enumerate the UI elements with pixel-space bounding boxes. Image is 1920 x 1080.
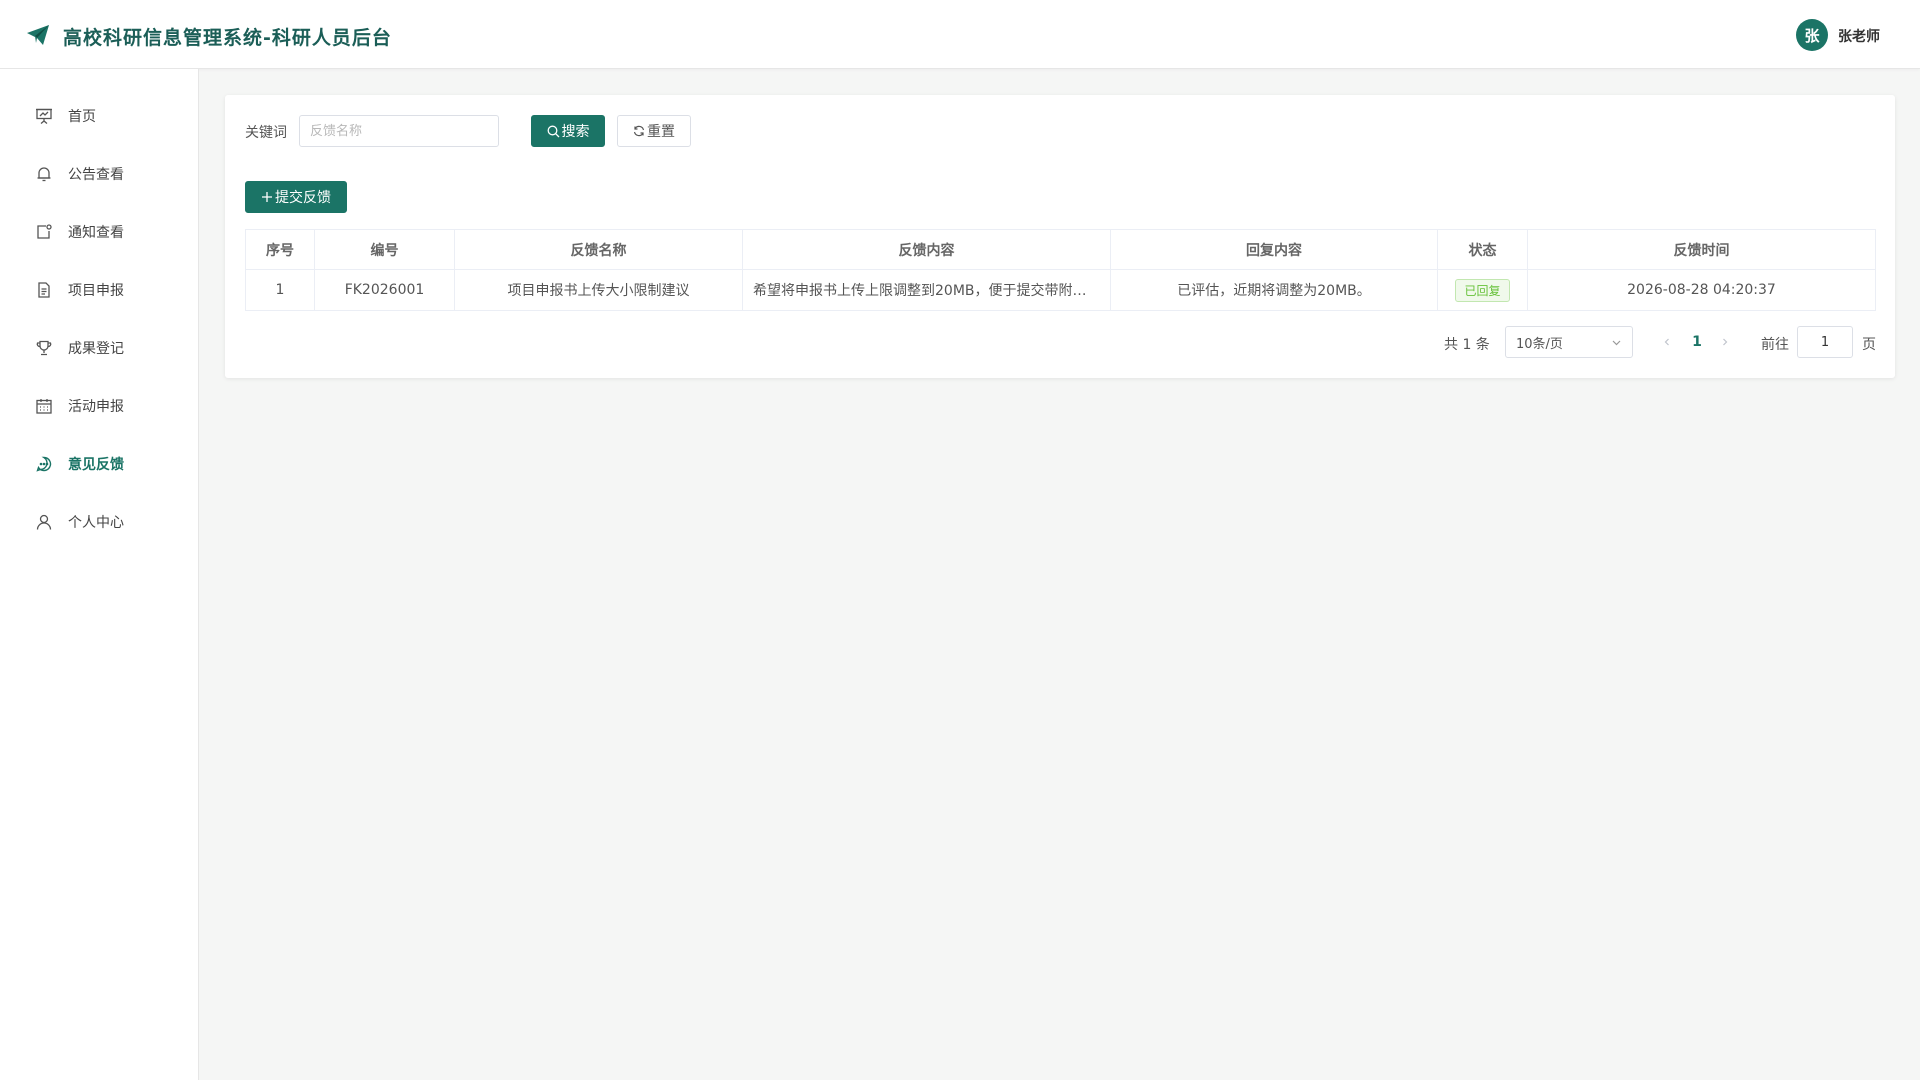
reset-button-label: 重置 <box>647 124 675 140</box>
sidebar-item-label: 公告查看 <box>68 167 124 183</box>
column-header-time: 反馈时间 <box>1527 229 1876 270</box>
submit-feedback-label: 提交反馈 <box>275 190 331 206</box>
keyword-search-input[interactable] <box>299 115 499 147</box>
column-header-reply: 回复内容 <box>1110 229 1438 270</box>
feedback-table: 序号 编号 反馈名称 反馈内容 回复内容 状态 反馈时间 1 FK2026001… <box>245 229 1876 311</box>
pagination-total: 共 1 条 <box>1444 337 1490 353</box>
sidebar-item-feedback[interactable]: 意见反馈 <box>0 436 198 492</box>
goto-label: 前往 <box>1761 337 1789 353</box>
page-size-value: 10条/页 <box>1516 336 1563 352</box>
plus-icon <box>262 192 272 202</box>
search-icon <box>547 125 559 137</box>
page-suffix-label: 页 <box>1862 337 1876 353</box>
column-header-code: 编号 <box>314 229 455 270</box>
prev-page-button[interactable] <box>1657 330 1677 354</box>
next-page-button[interactable] <box>1715 330 1735 354</box>
sidebar-item-label: 首页 <box>68 109 96 125</box>
reset-button[interactable]: 重置 <box>617 115 691 147</box>
refresh-icon <box>633 125 645 137</box>
bell-icon <box>37 167 51 182</box>
column-header-index: 序号 <box>245 229 315 270</box>
sidebar-item-announcements[interactable]: 公告查看 <box>0 146 198 202</box>
cell-status: 已回复 <box>1437 269 1528 311</box>
avatar[interactable]: 张 <box>1796 19 1828 51</box>
cell-reply: 已评估，近期将调整为20MB。 <box>1110 269 1438 311</box>
column-header-status: 状态 <box>1437 229 1528 270</box>
app-title: 高校科研信息管理系统-科研人员后台 <box>63 27 392 49</box>
table-row[interactable]: 1 FK2026001 项目申报书上传大小限制建议 希望将申报书上传上限调整到2… <box>245 269 1876 311</box>
presentation-icon <box>36 108 52 124</box>
sidebar-item-notifications[interactable]: 通知查看 <box>0 204 198 260</box>
chevron-left-icon <box>1664 338 1669 346</box>
cell-name: 项目申报书上传大小限制建议 <box>454 269 743 311</box>
column-header-content: 反馈内容 <box>742 229 1111 270</box>
sidebar-item-label: 成果登记 <box>68 341 124 357</box>
trophy-icon <box>36 340 52 356</box>
sidebar-item-home[interactable]: 首页 <box>0 88 198 144</box>
message-box-icon <box>37 224 52 239</box>
sidebar-item-achievements[interactable]: 成果登记 <box>0 320 198 376</box>
sidebar-item-activity-application[interactable]: 活动申报 <box>0 378 198 434</box>
sidebar-item-project-application[interactable]: 项目申报 <box>0 262 198 318</box>
document-icon <box>38 282 50 298</box>
paper-plane-icon <box>27 25 49 45</box>
feedback-panel: 关键词 搜索 重置 提交反馈 <box>225 95 1895 378</box>
cell-content: 希望将申报书上传上限调整到20MB，便于提交带附… <box>742 269 1111 311</box>
search-button-label: 搜索 <box>561 124 590 140</box>
username[interactable]: 张老师 <box>1838 26 1880 46</box>
search-button[interactable]: 搜索 <box>531 115 605 147</box>
table-header-row: 序号 编号 反馈名称 反馈内容 回复内容 状态 反馈时间 <box>245 229 1876 270</box>
column-header-name: 反馈名称 <box>454 229 743 270</box>
sidebar-item-label: 个人中心 <box>68 515 124 531</box>
sidebar-item-label: 活动申报 <box>68 399 124 415</box>
page-number-current[interactable]: 1 <box>1683 330 1711 354</box>
submit-feedback-button[interactable]: 提交反馈 <box>245 181 347 213</box>
keyword-label: 关键词 <box>245 125 287 141</box>
calendar-icon <box>36 399 52 414</box>
user-icon <box>36 514 52 530</box>
cell-time: 2026-08-28 04:20:37 <box>1527 269 1876 311</box>
page-size-select[interactable]: 10条/页 <box>1505 326 1633 358</box>
goto-page-input[interactable] <box>1797 326 1853 358</box>
sidebar-item-label: 意见反馈 <box>68 457 124 473</box>
sidebar: 首页 公告查看 通知查看 项目申报 成果登记 活动申报 意见反馈 个人中心 <box>0 69 199 1080</box>
cell-code: FK2026001 <box>314 269 455 311</box>
cell-index: 1 <box>245 269 315 311</box>
sidebar-item-label: 通知查看 <box>68 225 124 241</box>
chevron-down-icon <box>1612 340 1621 345</box>
sidebar-item-label: 项目申报 <box>68 283 124 299</box>
status-badge: 已回复 <box>1455 278 1510 302</box>
top-header: 高校科研信息管理系统-科研人员后台 张 张老师 <box>0 0 1920 69</box>
chevron-right-icon <box>1723 338 1728 346</box>
chat-dots-icon <box>36 456 52 472</box>
sidebar-item-profile[interactable]: 个人中心 <box>0 494 198 550</box>
